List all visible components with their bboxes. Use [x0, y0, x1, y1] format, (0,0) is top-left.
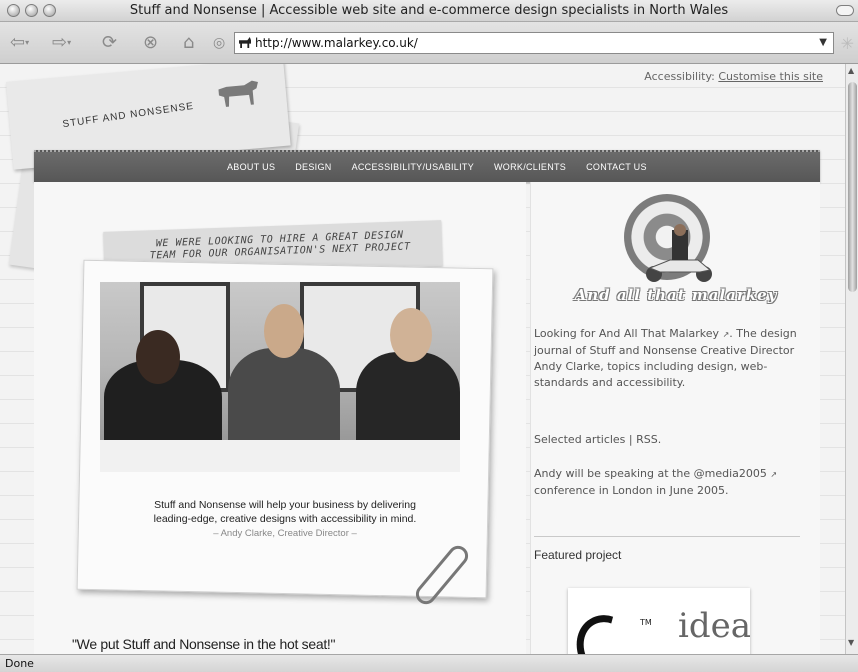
trademark-mark: TM: [640, 618, 652, 627]
status-bar: Done: [0, 654, 858, 672]
person-right: [356, 352, 460, 452]
url-history-dropdown-icon[interactable]: ▼: [819, 33, 827, 53]
article-links: Selected articles | RSS.: [534, 432, 804, 448]
speaking-text-start: Andy will be speaking at the: [534, 467, 691, 480]
quote-line-1: Stuff and Nonsense will help your busine…: [154, 499, 416, 511]
reload-button[interactable]: ⟳: [102, 32, 117, 54]
media2005-link[interactable]: @media2005: [694, 467, 767, 480]
stop-icon: ⊗: [143, 32, 159, 53]
arrow-right-icon: ⇨: [52, 32, 68, 53]
person-center: [228, 348, 340, 452]
nav-accessibility-usability[interactable]: ACCESSIBILITY/USABILITY: [342, 152, 484, 182]
main-nav: ABOUT US DESIGN ACCESSIBILITY/USABILITY …: [34, 150, 820, 182]
url-input[interactable]: http://www.malarkey.co.uk/ ▼: [234, 32, 834, 54]
page-viewport: Accessibility: Customise this site STUFF…: [0, 64, 845, 654]
malarkey-intro: Looking for And All That Malarkey ↗. The…: [534, 327, 797, 389]
vertical-scrollbar[interactable]: ▲ ▼: [845, 64, 858, 654]
sidebar-divider: [534, 536, 800, 537]
link-separator: |: [628, 433, 633, 446]
malarkey-logo[interactable]: And all that malarkey: [568, 286, 784, 304]
nav-work-clients[interactable]: WORK/CLIENTS: [484, 152, 576, 182]
window-titlebar: Stuff and Nonsense | Accessible web site…: [0, 0, 858, 22]
selected-articles-link[interactable]: Selected articles: [534, 433, 625, 446]
accessibility-options: Accessibility: Customise this site: [644, 70, 823, 83]
window-title: Stuff and Nonsense | Accessible web site…: [129, 3, 729, 18]
home-icon: ⌂: [183, 32, 195, 53]
stop-button[interactable]: ⊗: [143, 32, 158, 54]
activity-spinner-icon: ✳: [840, 34, 854, 53]
nav-design[interactable]: DESIGN: [285, 152, 341, 182]
idea-swoosh-icon: [568, 603, 652, 654]
external-link-icon: ↗: [722, 330, 730, 339]
scooter-rider-icon: [646, 224, 712, 282]
rss-link[interactable]: RSS.: [636, 433, 661, 446]
person-right-head: [390, 308, 432, 362]
photo-table: [100, 440, 460, 472]
speaking-text-end: conference in London in June 2005.: [534, 484, 729, 497]
malarkey-link[interactable]: Looking for And All That Malarkey: [534, 327, 719, 340]
team-quote: Stuff and Nonsense will help your busine…: [120, 498, 450, 526]
person-left-head: [136, 330, 180, 384]
featured-project-card[interactable]: TM idea: [568, 588, 750, 654]
nav-about-us[interactable]: ABOUT US: [217, 152, 285, 182]
speaking-notice: Andy will be speaking at the @media2005 …: [534, 466, 804, 499]
accessibility-label: Accessibility:: [644, 70, 715, 83]
nav-contact-us[interactable]: CONTACT US: [576, 152, 657, 182]
forward-button[interactable]: ⇨▾: [52, 32, 71, 54]
globe-icon: ◎: [213, 35, 226, 51]
featured-project-heading: Featured project: [534, 548, 622, 562]
home-button[interactable]: ⌂: [183, 32, 194, 54]
featured-project-logo-text: idea: [678, 606, 750, 646]
scroll-up-icon[interactable]: ▲: [848, 66, 854, 75]
url-text: http://www.malarkey.co.uk/: [255, 36, 418, 50]
reload-icon: ⟳: [102, 32, 118, 53]
external-link-icon: ↗: [770, 470, 778, 479]
quote-citation: – Andy Clarke, Creative Director –: [213, 528, 357, 539]
hotseat-heading[interactable]: "We put Stuff and Nonsense in the hot se…: [72, 636, 335, 652]
arrow-left-icon: ⇦: [10, 32, 26, 53]
scroll-down-icon[interactable]: ▼: [848, 638, 854, 647]
quote-line-2: leading-edge, creative designs with acce…: [153, 513, 417, 525]
cow-icon: [218, 80, 258, 107]
person-center-head: [264, 304, 304, 358]
customise-site-link[interactable]: Customise this site: [718, 70, 823, 83]
toolbar-toggle-button[interactable]: [836, 5, 854, 16]
team-photo: [100, 282, 460, 472]
site-favicon-icon: [239, 37, 251, 48]
nav-list: ABOUT US DESIGN ACCESSIBILITY/USABILITY …: [217, 152, 657, 182]
page-info-button[interactable]: ◎: [213, 32, 225, 54]
back-button[interactable]: ⇦▾: [10, 32, 29, 54]
scrollbar-thumb[interactable]: [848, 82, 857, 292]
status-text: Done: [5, 657, 34, 670]
browser-toolbar: ⇦▾ ⇨▾ ⟳ ⊗ ⌂ ◎ http://www.malarkey.co.uk/…: [0, 22, 858, 64]
